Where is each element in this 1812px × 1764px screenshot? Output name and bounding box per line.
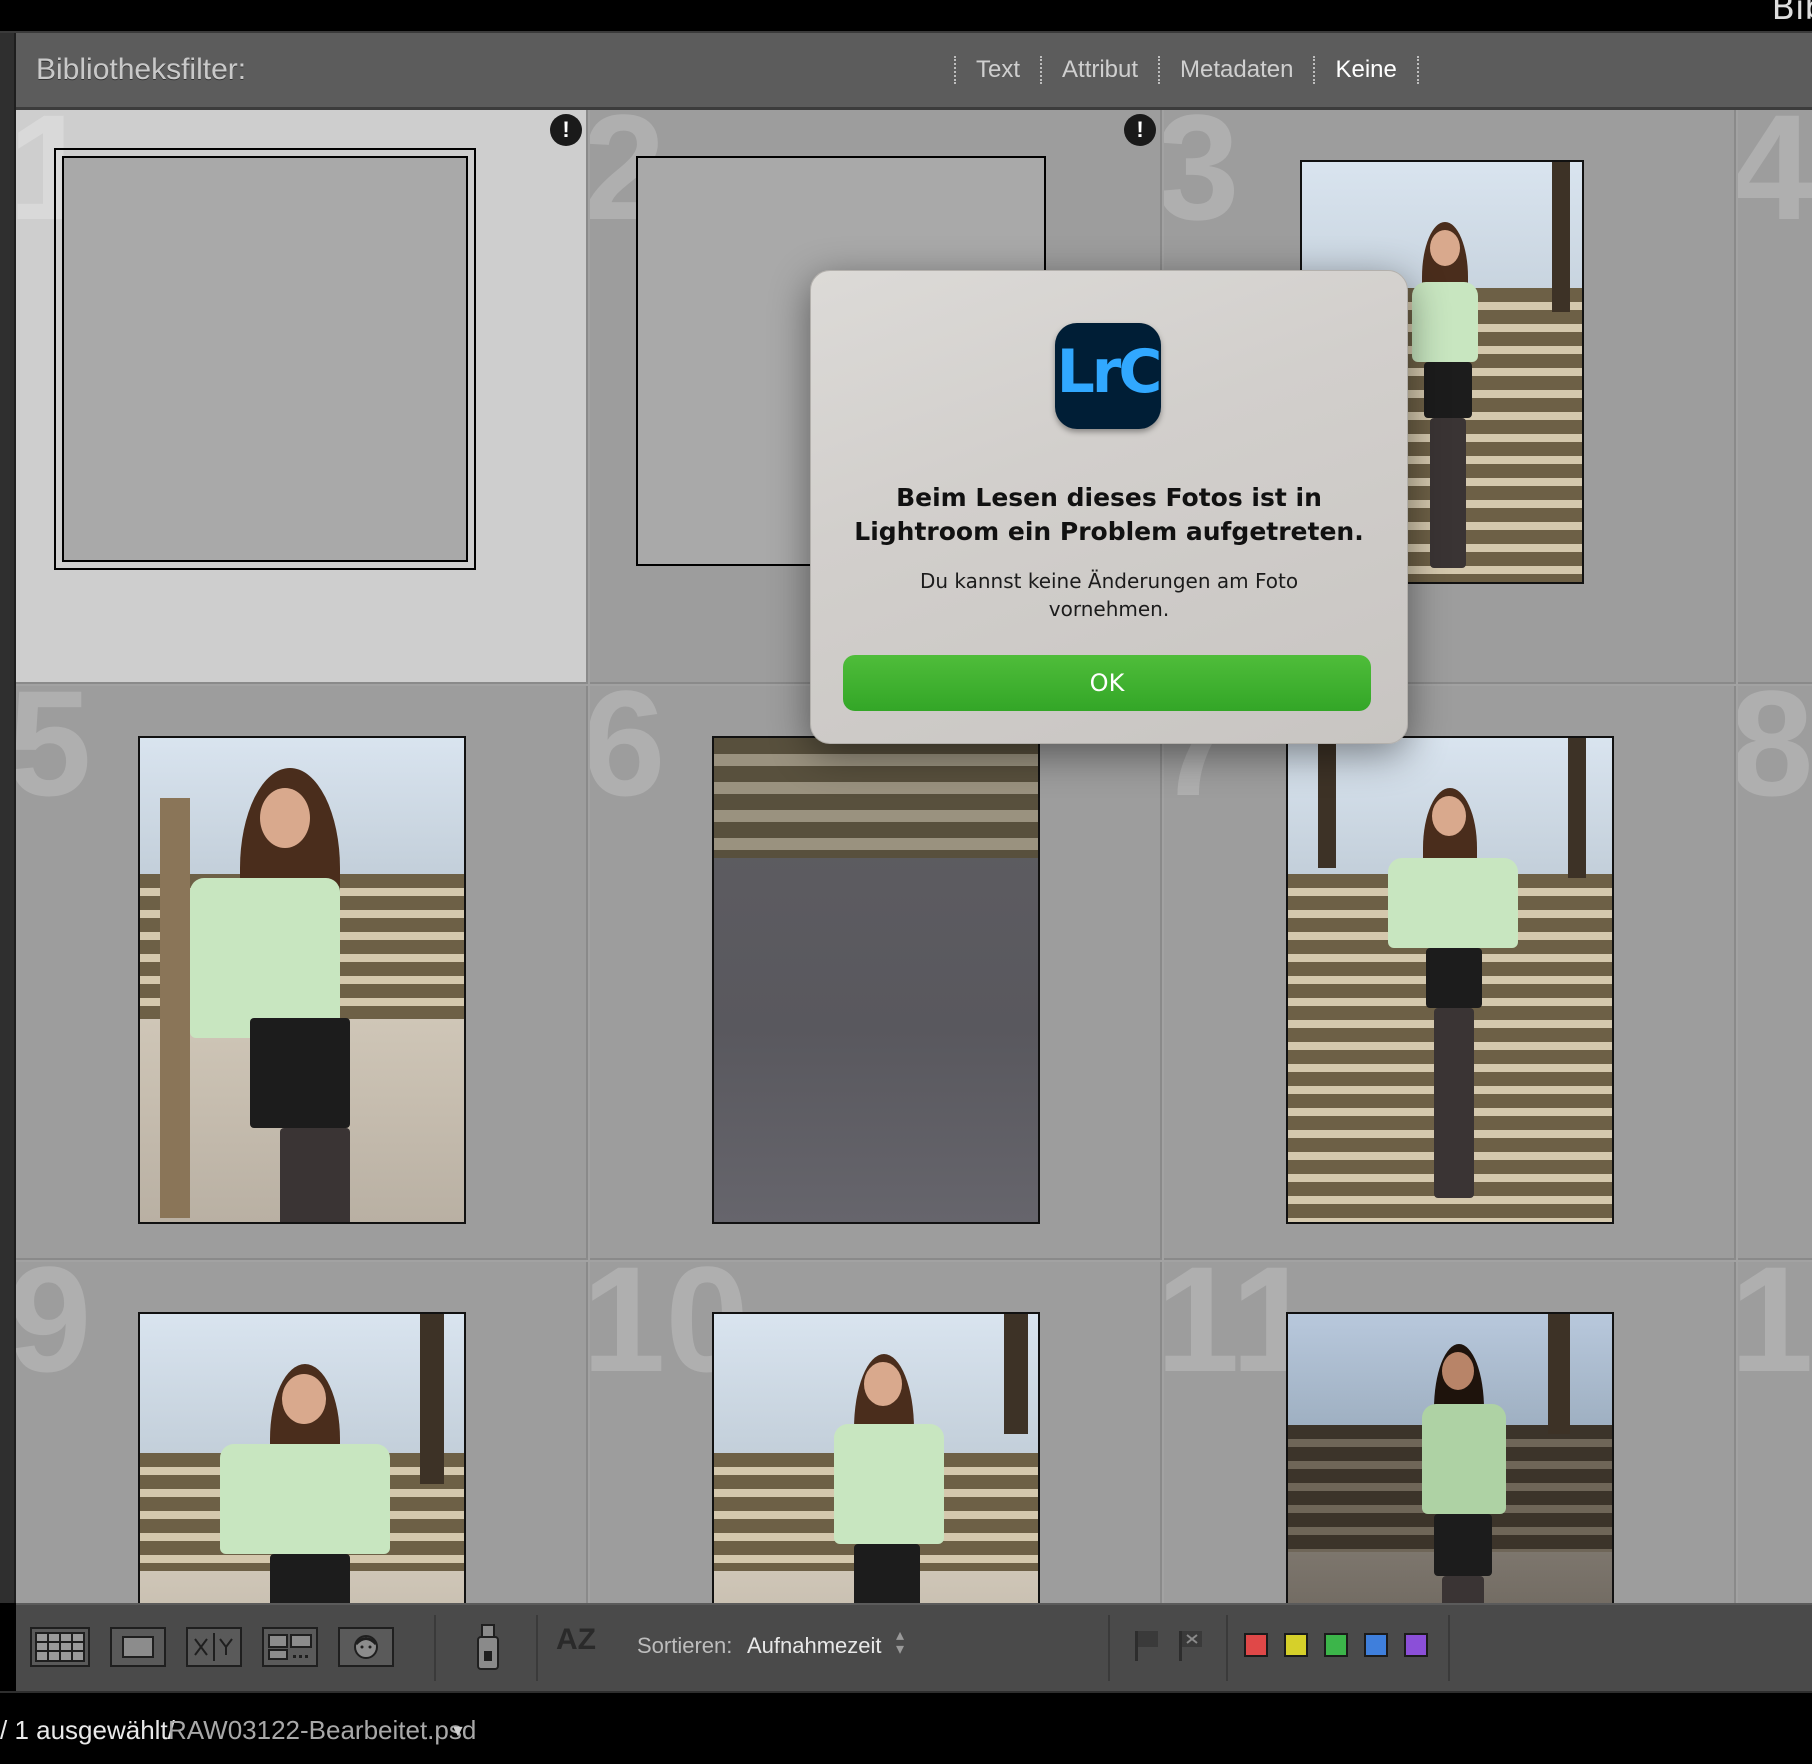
dialog-message: Du kannst keine Änderungen am Foto vorne… [919,569,1299,621]
grid-cell[interactable]: 5 [16,686,588,1260]
divider [1108,1615,1110,1681]
window-title: Bib [1771,0,1812,28]
current-filename[interactable]: RAW03122-Bearbeitet.psd [168,1715,476,1746]
cell-index: 6 [590,686,666,827]
filter-option-keine[interactable]: Keine [1335,56,1396,84]
cell-index: 4 [1738,110,1812,242]
chevron-down-icon[interactable]: ▼ [450,1723,466,1741]
photo-thumbnail[interactable] [712,736,1040,1224]
divider [1040,56,1043,84]
filter-label: Bibliotheksfilter: [36,53,247,86]
color-label-blue[interactable] [1364,1633,1388,1657]
grid-cell[interactable]: 7 [1164,686,1736,1260]
app-icon-label: LrC [1056,337,1163,407]
divider [536,1615,538,1681]
error-dialog: LrC Beim Lesen dieses Fotos ist in Light… [810,270,1408,744]
filter-option-metadaten[interactable]: Metadaten [1180,56,1293,84]
window-titlebar: Bib [0,0,1812,33]
divider [1226,1615,1228,1681]
compare-view-icon[interactable] [186,1627,242,1667]
grid-view-icon[interactable] [30,1627,90,1667]
missing-photo-placeholder [54,148,476,570]
status-bar: / 1 ausgewählt/ RAW03122-Bearbeitet.psd … [0,1691,1812,1764]
grid-cell[interactable]: 12 [1738,1262,1812,1603]
divider [1158,56,1161,84]
color-label-green[interactable] [1324,1633,1348,1657]
photo-thumbnail[interactable] [712,1312,1040,1603]
dialog-title: Beim Lesen dieses Fotos ist in Lightroom… [854,483,1364,546]
flag-pick-icon[interactable] [1132,1627,1162,1663]
divider [1448,1615,1450,1681]
cell-index: 5 [16,686,92,827]
grid-cell[interactable]: 10 [590,1262,1162,1603]
library-toolbar: AZ Sortieren: Aufnahmezeit ▴ ▾ [16,1603,1812,1693]
photo-thumbnail[interactable] [138,736,466,1224]
photo-thumbnail[interactable] [1286,736,1614,1224]
cell-index: 9 [16,1262,92,1403]
grid-cell[interactable]: 6 [590,686,1162,1260]
warning-icon[interactable]: ! [550,114,582,146]
grid-cell[interactable]: 11 [1164,1262,1736,1603]
photo-thumbnail[interactable] [1286,1312,1614,1603]
cell-index: 3 [1164,110,1240,251]
filter-option-attribut[interactable]: Attribut [1062,56,1138,84]
lightroom-app-icon: LrC [1055,323,1163,429]
sort-label: Sortieren: [637,1633,733,1658]
warning-icon[interactable]: ! [1124,114,1156,146]
grid-cell[interactable]: 4 [1738,110,1812,684]
grid-cell[interactable]: 8 [1738,686,1812,1260]
filter-option-text[interactable]: Text [976,56,1020,84]
ok-button[interactable]: OK [843,655,1371,711]
flag-reject-icon[interactable] [1176,1627,1206,1663]
divider [1313,56,1316,84]
sort-direction-icon[interactable]: AZ [556,1623,596,1657]
filter-options: Text Attribut Metadaten Keine [934,55,1439,85]
survey-view-icon[interactable] [262,1627,318,1667]
photo-thumbnail[interactable] [138,1312,466,1603]
cell-index: 12 [1738,1262,1812,1394]
people-view-icon[interactable] [338,1627,394,1667]
grid-cell[interactable]: 9 [16,1262,588,1603]
cell-index: 8 [1738,686,1812,818]
color-label-purple[interactable] [1404,1633,1428,1657]
divider [434,1615,436,1681]
sort-chevron-icon[interactable]: ▴ ▾ [896,1628,904,1658]
selection-count: / 1 ausgewählt/ [0,1715,175,1745]
divider [1416,56,1419,84]
library-filter-bar: Bibliotheksfilter: Text Attribut Metadat… [16,33,1812,110]
color-label-red[interactable] [1244,1633,1268,1657]
left-panel-edge[interactable] [0,33,16,1603]
grid-cell[interactable]: 1 ! [16,110,588,684]
color-label-yellow[interactable] [1284,1633,1308,1657]
painter-icon[interactable] [470,1619,506,1673]
sort-dropdown[interactable]: Aufnahmezeit [747,1633,882,1659]
divider [954,56,956,84]
loupe-view-icon[interactable] [110,1627,166,1667]
